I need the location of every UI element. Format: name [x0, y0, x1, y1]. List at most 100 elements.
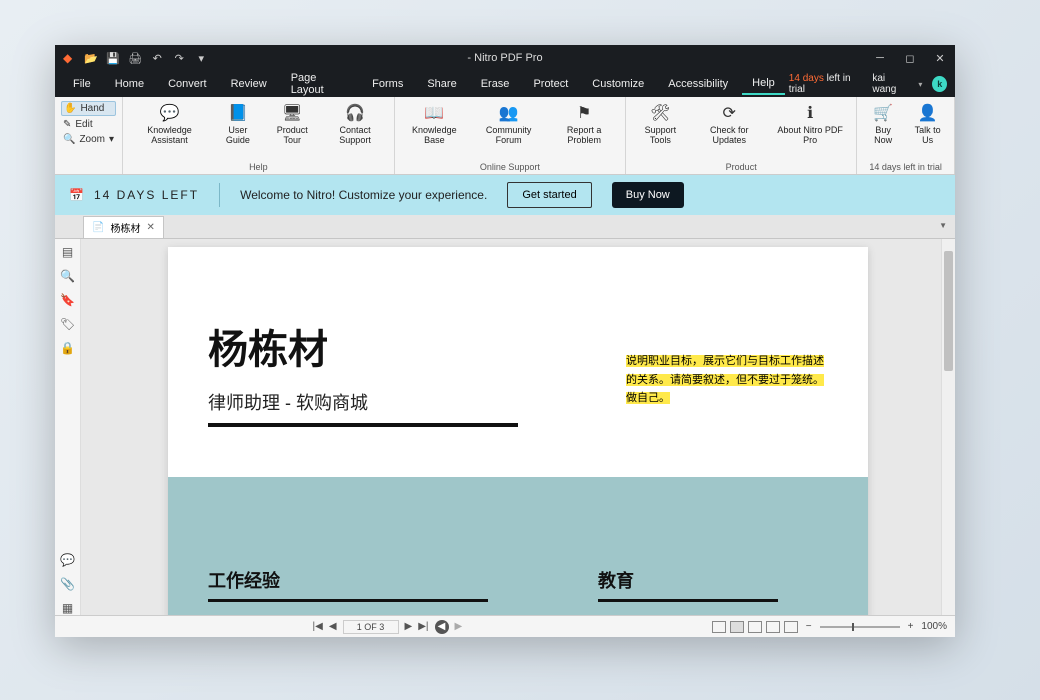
- menu-protect[interactable]: Protect: [523, 74, 578, 94]
- people-icon: 👥: [499, 103, 519, 123]
- edit-icon: ✎: [63, 119, 71, 130]
- talk-to-us-button[interactable]: 👤Talk to Us: [907, 101, 948, 162]
- menu-file[interactable]: File: [63, 74, 101, 94]
- check-updates-button[interactable]: ⟳Check for Updates: [692, 101, 766, 162]
- first-page-icon[interactable]: |◀: [313, 621, 323, 632]
- nav-back-icon[interactable]: ◀: [435, 620, 449, 634]
- community-forum-button[interactable]: 👥Community Forum: [472, 101, 545, 162]
- print-icon[interactable]: 🖨: [128, 51, 142, 65]
- zoom-tool[interactable]: 🔍Zoom ▾: [61, 133, 116, 146]
- user-guide-button[interactable]: 📘User Guide: [214, 101, 262, 162]
- tab-strip: 📄 杨栋材 ✕ ▼: [55, 215, 955, 239]
- view-continuous-icon[interactable]: [730, 621, 744, 633]
- info-icon: ℹ: [800, 103, 820, 123]
- ribbon-group-online: 📖Knowledge Base 👥Community Forum ⚑Report…: [395, 97, 627, 174]
- zoom-slider[interactable]: [820, 626, 900, 628]
- buy-now-ribbon-button[interactable]: 🛒Buy Now: [863, 101, 903, 162]
- trial-status: 14 days left in trial: [789, 73, 863, 95]
- view-facing-icon[interactable]: [748, 621, 762, 633]
- menu-accessibility[interactable]: Accessibility: [658, 74, 738, 94]
- user-avatar[interactable]: k: [932, 76, 947, 92]
- edit-tool[interactable]: ✎Edit: [61, 118, 116, 131]
- user-dropdown-icon[interactable]: ▾: [918, 80, 922, 89]
- bookmarks-panel-icon[interactable]: 🔖: [61, 293, 75, 307]
- product-tour-button[interactable]: 🖥Product Tour: [266, 101, 319, 162]
- redo-icon[interactable]: ↷: [172, 51, 186, 65]
- view-mode-icons: [712, 621, 798, 633]
- titlebar: ◆ 📂 💾 🖨 ↶ ↷ ▾ - Nitro PDF Pro ─ ◻ ✕: [55, 45, 955, 71]
- left-rail: ▤ 🔍 🔖 🏷 🔒 💬 📎 ▦: [55, 239, 81, 615]
- hand-icon: ✋: [64, 103, 76, 114]
- ribbon-label-trial: 14 days left in trial: [857, 162, 954, 174]
- openbook-icon: 📖: [424, 103, 444, 123]
- page-indicator[interactable]: 1 OF 3: [343, 620, 399, 634]
- book-icon: 📘: [228, 103, 248, 123]
- qat-more-icon[interactable]: ▾: [194, 51, 208, 65]
- hand-tool[interactable]: ✋Hand: [61, 101, 116, 116]
- tab-close-icon[interactable]: ✕: [146, 222, 154, 233]
- vertical-scrollbar[interactable]: [941, 239, 955, 615]
- zoom-in-icon[interactable]: +: [908, 621, 914, 632]
- next-page-icon[interactable]: ▶: [405, 621, 413, 632]
- ribbon: ✋Hand ✎Edit 🔍Zoom ▾ 💬Knowledge Assistant…: [55, 97, 955, 175]
- last-page-icon[interactable]: ▶|: [418, 621, 428, 632]
- flag-icon: ⚑: [574, 103, 594, 123]
- menu-home[interactable]: Home: [105, 74, 154, 94]
- view-fullscreen-icon[interactable]: [784, 621, 798, 633]
- view-single-icon[interactable]: [712, 621, 726, 633]
- save-icon[interactable]: 💾: [106, 51, 120, 65]
- menu-customize[interactable]: Customize: [582, 74, 654, 94]
- banner-days: 📅 14 DAYS LEFT: [69, 188, 199, 202]
- knowledge-assistant-button[interactable]: 💬Knowledge Assistant: [129, 101, 210, 162]
- zoom-out-icon[interactable]: −: [806, 621, 812, 632]
- tags-panel-icon[interactable]: 🏷: [61, 317, 75, 331]
- menu-share[interactable]: Share: [417, 74, 466, 94]
- scrollbar-thumb[interactable]: [944, 251, 953, 371]
- menu-convert[interactable]: Convert: [158, 74, 217, 94]
- pdf-page: 杨栋材 律师助理 - 软购商城 说明职业目标，展示它们与目标工作描述的关系。请简…: [168, 247, 868, 615]
- ribbon-group-product: 🛠Support Tools ⟳Check for Updates ℹAbout…: [626, 97, 857, 174]
- comments-panel-icon[interactable]: 💬: [61, 553, 75, 567]
- open-icon[interactable]: 📂: [84, 51, 98, 65]
- content-area: ▤ 🔍 🔖 🏷 🔒 💬 📎 ▦ 杨栋材 律师助理 - 软购商城 说明职业目标，展…: [55, 239, 955, 615]
- close-button[interactable]: ✕: [925, 45, 955, 71]
- nav-forward-icon[interactable]: ▶: [455, 621, 463, 632]
- chat-icon: 💬: [159, 103, 179, 123]
- knowledge-base-button[interactable]: 📖Knowledge Base: [401, 101, 468, 162]
- menu-review[interactable]: Review: [221, 74, 277, 94]
- tabs-dropdown-icon[interactable]: ▼: [939, 221, 947, 230]
- divider: [208, 423, 518, 427]
- calendar-icon: 📅: [69, 188, 86, 202]
- report-problem-button[interactable]: ⚑Report a Problem: [549, 101, 619, 162]
- section-education: 教育: [598, 567, 778, 593]
- screen-icon: 🖥: [282, 103, 302, 123]
- person-icon: 👤: [918, 103, 938, 123]
- menu-forms[interactable]: Forms: [362, 74, 413, 94]
- username-label[interactable]: kai wang: [872, 73, 908, 95]
- document-tab[interactable]: 📄 杨栋材 ✕: [83, 216, 164, 238]
- teal-section: 工作经验 教育: [168, 477, 868, 615]
- prev-page-icon[interactable]: ◀: [329, 621, 337, 632]
- layers-panel-icon[interactable]: ▦: [61, 601, 75, 615]
- attachments-panel-icon[interactable]: 📎: [61, 577, 75, 591]
- search-panel-icon[interactable]: 🔍: [61, 269, 75, 283]
- zoom-level: 100%: [921, 621, 947, 632]
- cart-icon: 🛒: [873, 103, 893, 123]
- pages-panel-icon[interactable]: ▤: [61, 245, 75, 259]
- contact-support-button[interactable]: 🎧Contact Support: [323, 101, 388, 162]
- menu-help[interactable]: Help: [742, 73, 785, 95]
- menu-erase[interactable]: Erase: [471, 74, 520, 94]
- menu-page-layout[interactable]: Page Layout: [281, 68, 358, 100]
- minimize-button[interactable]: ─: [865, 45, 895, 71]
- buy-now-button[interactable]: Buy Now: [612, 182, 684, 208]
- document-viewport[interactable]: 杨栋材 律师助理 - 软购商城 说明职业目标，展示它们与目标工作描述的关系。请简…: [81, 239, 955, 615]
- support-tools-button[interactable]: 🛠Support Tools: [632, 101, 688, 162]
- page-navigation: |◀ ◀ 1 OF 3 ▶ ▶| ◀ ▶: [313, 620, 463, 634]
- undo-icon[interactable]: ↶: [150, 51, 164, 65]
- maximize-button[interactable]: ◻: [895, 45, 925, 71]
- nitro-logo-icon: ◆: [63, 51, 72, 65]
- view-facing-cont-icon[interactable]: [766, 621, 780, 633]
- get-started-button[interactable]: Get started: [507, 182, 591, 208]
- security-panel-icon[interactable]: 🔒: [61, 341, 75, 355]
- about-button[interactable]: ℹAbout Nitro PDF Pro: [770, 101, 850, 162]
